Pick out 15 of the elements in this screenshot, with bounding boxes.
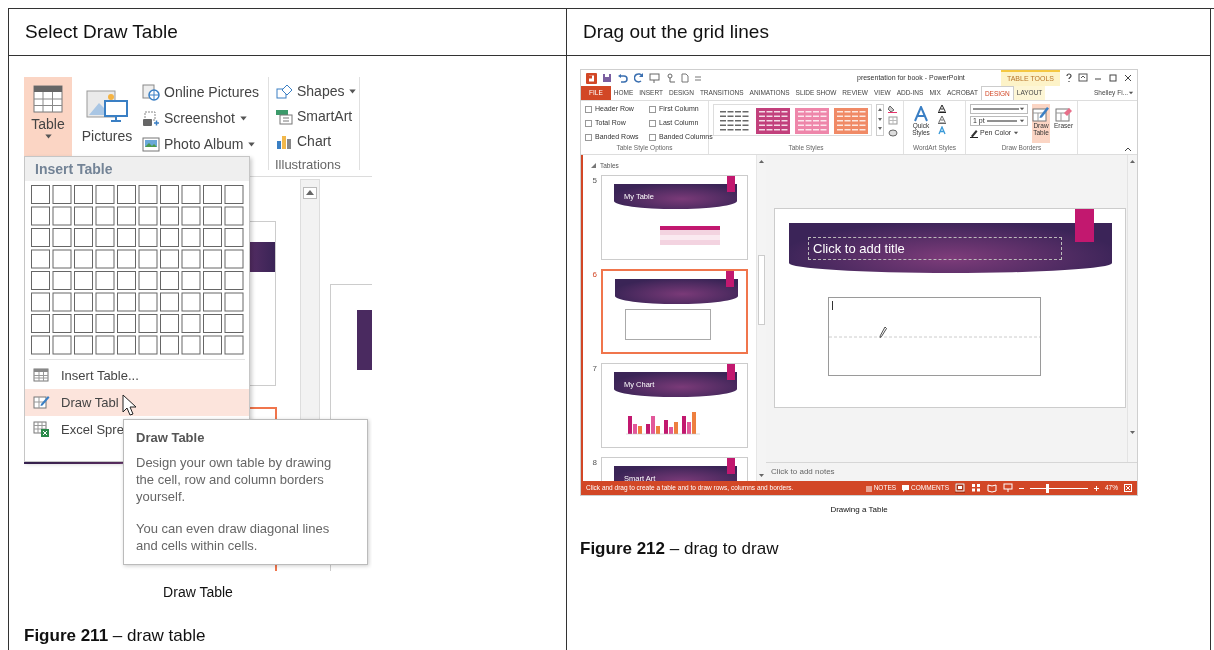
tooltip-title: Draw Table (136, 429, 206, 447)
slide-number: 7 (591, 362, 597, 375)
slide-number: 6 (591, 268, 597, 281)
column-heading: Select Draw Table (25, 19, 178, 44)
figure-caption: Figure 212 – drag to draw (580, 539, 779, 558)
slide-number: 8 (591, 456, 597, 469)
tooltip-text: Design your own table by drawing the cell, row and column borders yourself. (136, 453, 333, 505)
image-caption: Drawing a Table (830, 505, 888, 514)
tooltip-text: You can even draw diagonal lines and cells within cells. (136, 519, 331, 554)
column-heading: Drag out the grid lines (583, 19, 769, 44)
image-caption: Draw Table (163, 584, 233, 600)
slide-number: 5 (591, 174, 597, 187)
menu-header: Insert Table (25, 157, 249, 181)
group-label: Illustrations (275, 155, 342, 174)
figure-caption: Figure 211 – draw table (24, 626, 206, 645)
